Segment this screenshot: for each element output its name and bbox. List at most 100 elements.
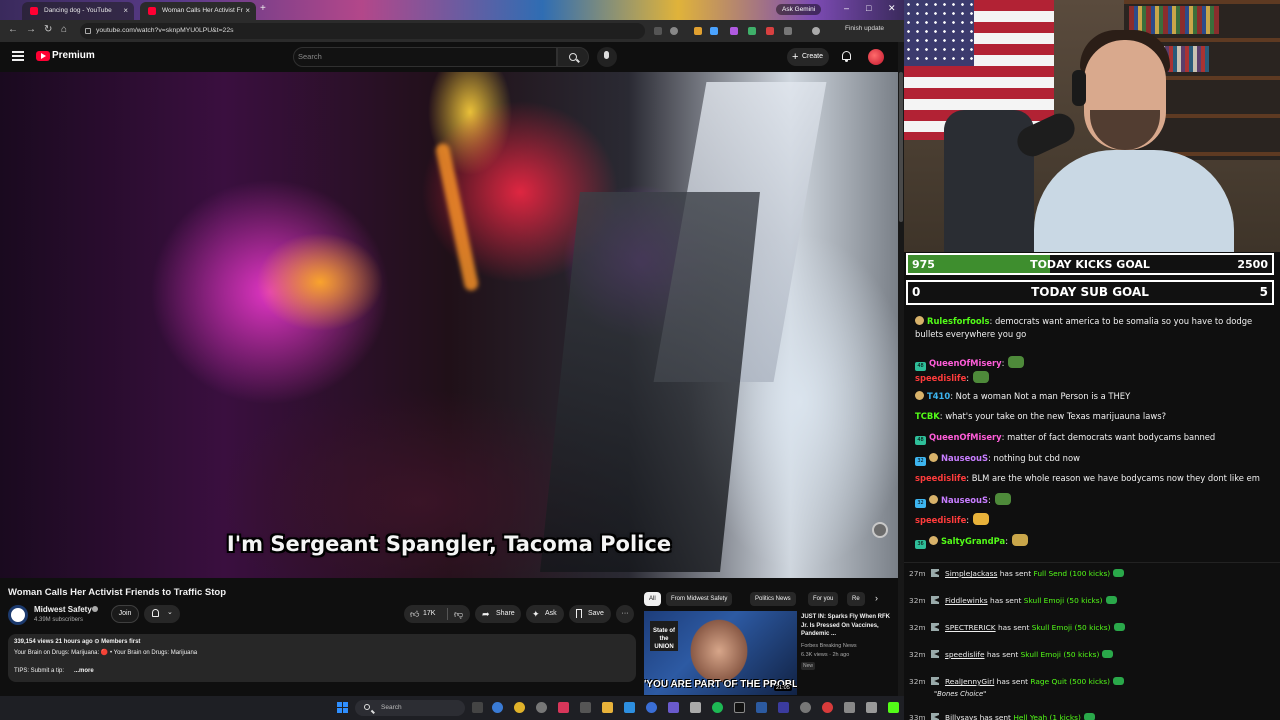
windows-start-icon[interactable] [337,702,348,713]
app-icon[interactable] [844,702,855,713]
chat-username[interactable]: NauseouS [941,495,988,505]
extension-icon[interactable] [766,27,774,35]
taskbar-search-box[interactable]: Search [355,700,465,716]
tab-current-video[interactable]: Woman Calls Her Activist Fr × [140,2,256,20]
close-window-icon[interactable]: ✕ [888,3,896,14]
chrome-browser-icon[interactable] [514,702,525,713]
recommended-video-thumbnail[interactable]: State of the UNION 'YOU ARE PART OF THE … [644,611,797,695]
event-username[interactable]: RealJennyGirl [945,677,994,686]
event-time: 32m [909,596,926,605]
chip-from-channel[interactable]: From Midwest Safety [666,592,733,606]
chip-for-you[interactable]: For you [808,592,839,606]
voice-search-mic-icon[interactable] [597,47,617,67]
app-icon[interactable] [646,702,657,713]
channel-avatar[interactable] [8,605,28,625]
app-icon[interactable] [800,702,811,713]
finish-update-button[interactable]: Finish update [845,25,884,32]
home-icon[interactable]: ⌂ [61,24,67,35]
event-username[interactable]: Fiddlewinks [945,596,988,605]
description-box[interactable]: 339,154 views 21 hours ago ⊙ Members fir… [8,634,636,682]
show-more-link[interactable]: ...more [74,668,94,674]
app-icon[interactable] [624,702,635,713]
extension-icon[interactable] [748,27,756,35]
save-button[interactable]: Save [569,605,611,623]
edge-browser-icon[interactable] [492,702,503,713]
task-view-icon[interactable] [472,702,483,713]
extension-icon[interactable] [730,27,738,35]
minimize-icon[interactable]: – [844,3,849,13]
site-info-icon[interactable] [85,28,91,34]
close-tab-icon[interactable]: × [245,2,250,20]
maximize-icon[interactable]: □ [866,3,871,13]
subscribed-notifications-button[interactable]: ⌄ [144,605,180,623]
install-app-icon[interactable] [654,27,662,35]
chat-username[interactable]: speedislife [915,515,966,525]
search-input[interactable]: Search [293,47,557,67]
app-icon[interactable] [756,702,767,713]
active-app-icon[interactable] [558,702,569,713]
chat-username[interactable]: T410 [927,391,950,401]
address-bar[interactable]: youtube.com/watch?v=sknpMYU0LPU&t=22s [80,23,645,39]
event-username[interactable]: SPECTRERICK [945,623,996,632]
chat-username[interactable]: Rulesforfools [927,316,989,326]
video-player[interactable]: I'm Sergeant Spangler, Tacoma Police [0,72,898,578]
chat-username[interactable]: QueenOfMisery [929,432,1002,442]
app-icon[interactable] [536,702,547,713]
kick-icon[interactable] [888,702,899,713]
like-count[interactable]: 17K [423,605,435,623]
chat-username[interactable]: QueenOfMisery [929,358,1002,368]
chip-politics-news[interactable]: Politics News [750,592,796,606]
file-explorer-icon[interactable] [602,702,613,713]
join-button[interactable]: Join [111,605,139,623]
reload-icon[interactable]: ↻ [44,24,52,35]
share-button[interactable]: ➦ Share [475,605,521,623]
chip-all[interactable]: All [644,592,661,606]
recommended-video-title[interactable]: JUST IN: Sparks Fly When RFK Jr. Is Pres… [801,613,893,639]
extensions-puzzle-icon[interactable] [784,27,792,35]
new-tab-button[interactable]: + [260,3,266,14]
app-icon[interactable] [866,702,877,713]
back-arrow-icon[interactable]: ← [8,24,18,35]
chat-username[interactable]: speedislife [915,473,966,483]
chat-username[interactable]: TCBK [915,411,940,421]
youtube-logo-icon[interactable] [36,51,50,61]
create-label: Create [802,53,824,60]
spotify-icon[interactable] [712,702,723,713]
ask-gemini-button[interactable]: Ask Gemini [776,4,822,15]
chat-username[interactable]: speedislife [915,373,966,383]
search-button[interactable] [557,47,589,67]
app-icon[interactable] [690,702,701,713]
app-icon[interactable] [668,702,679,713]
extension-icon[interactable] [694,27,702,35]
app-icon[interactable] [580,702,591,713]
menu-icon[interactable] [12,51,24,61]
bookmark-star-icon[interactable] [670,27,678,35]
close-tab-icon[interactable]: × [123,2,128,20]
premiere-icon[interactable] [778,702,789,713]
dislike-thumb-icon[interactable]: 👎︎ [454,605,463,623]
chat-username[interactable]: SaltyGrandPa [941,536,1005,546]
recommended-video-channel[interactable]: Forbes Breaking News [801,643,857,649]
app-icon[interactable] [822,702,833,713]
more-actions-button[interactable]: ··· [616,605,634,623]
scrollbar-thumb[interactable] [899,72,903,222]
ask-button[interactable]: ✦ Ask [526,605,564,623]
forward-arrow-icon[interactable]: → [26,24,36,35]
notifications-bell-icon[interactable] [841,50,852,62]
event-username[interactable]: Billysays [945,713,977,720]
chat-username[interactable]: NauseouS [941,453,988,463]
profile-icon[interactable] [812,27,820,35]
like-thumb-icon[interactable]: 👍︎ [410,605,419,623]
youtube-premium-logo[interactable]: Premium [52,50,95,61]
app-icon[interactable] [734,702,745,713]
chip-truncated[interactable]: Re [847,592,865,606]
account-avatar[interactable] [868,49,884,65]
event-username[interactable]: SimpleJackass [945,569,997,578]
event-username[interactable]: speedislife [945,650,985,659]
channel-name[interactable]: Midwest Safety [34,605,92,614]
tab-dancing-dog[interactable]: Dancing dog - YouTube × [22,2,134,20]
create-button[interactable]: + Create [787,48,829,66]
chevron-right-icon[interactable]: › [875,593,878,603]
extension-icon[interactable] [710,27,718,35]
channel-watermark-icon[interactable] [872,522,888,538]
